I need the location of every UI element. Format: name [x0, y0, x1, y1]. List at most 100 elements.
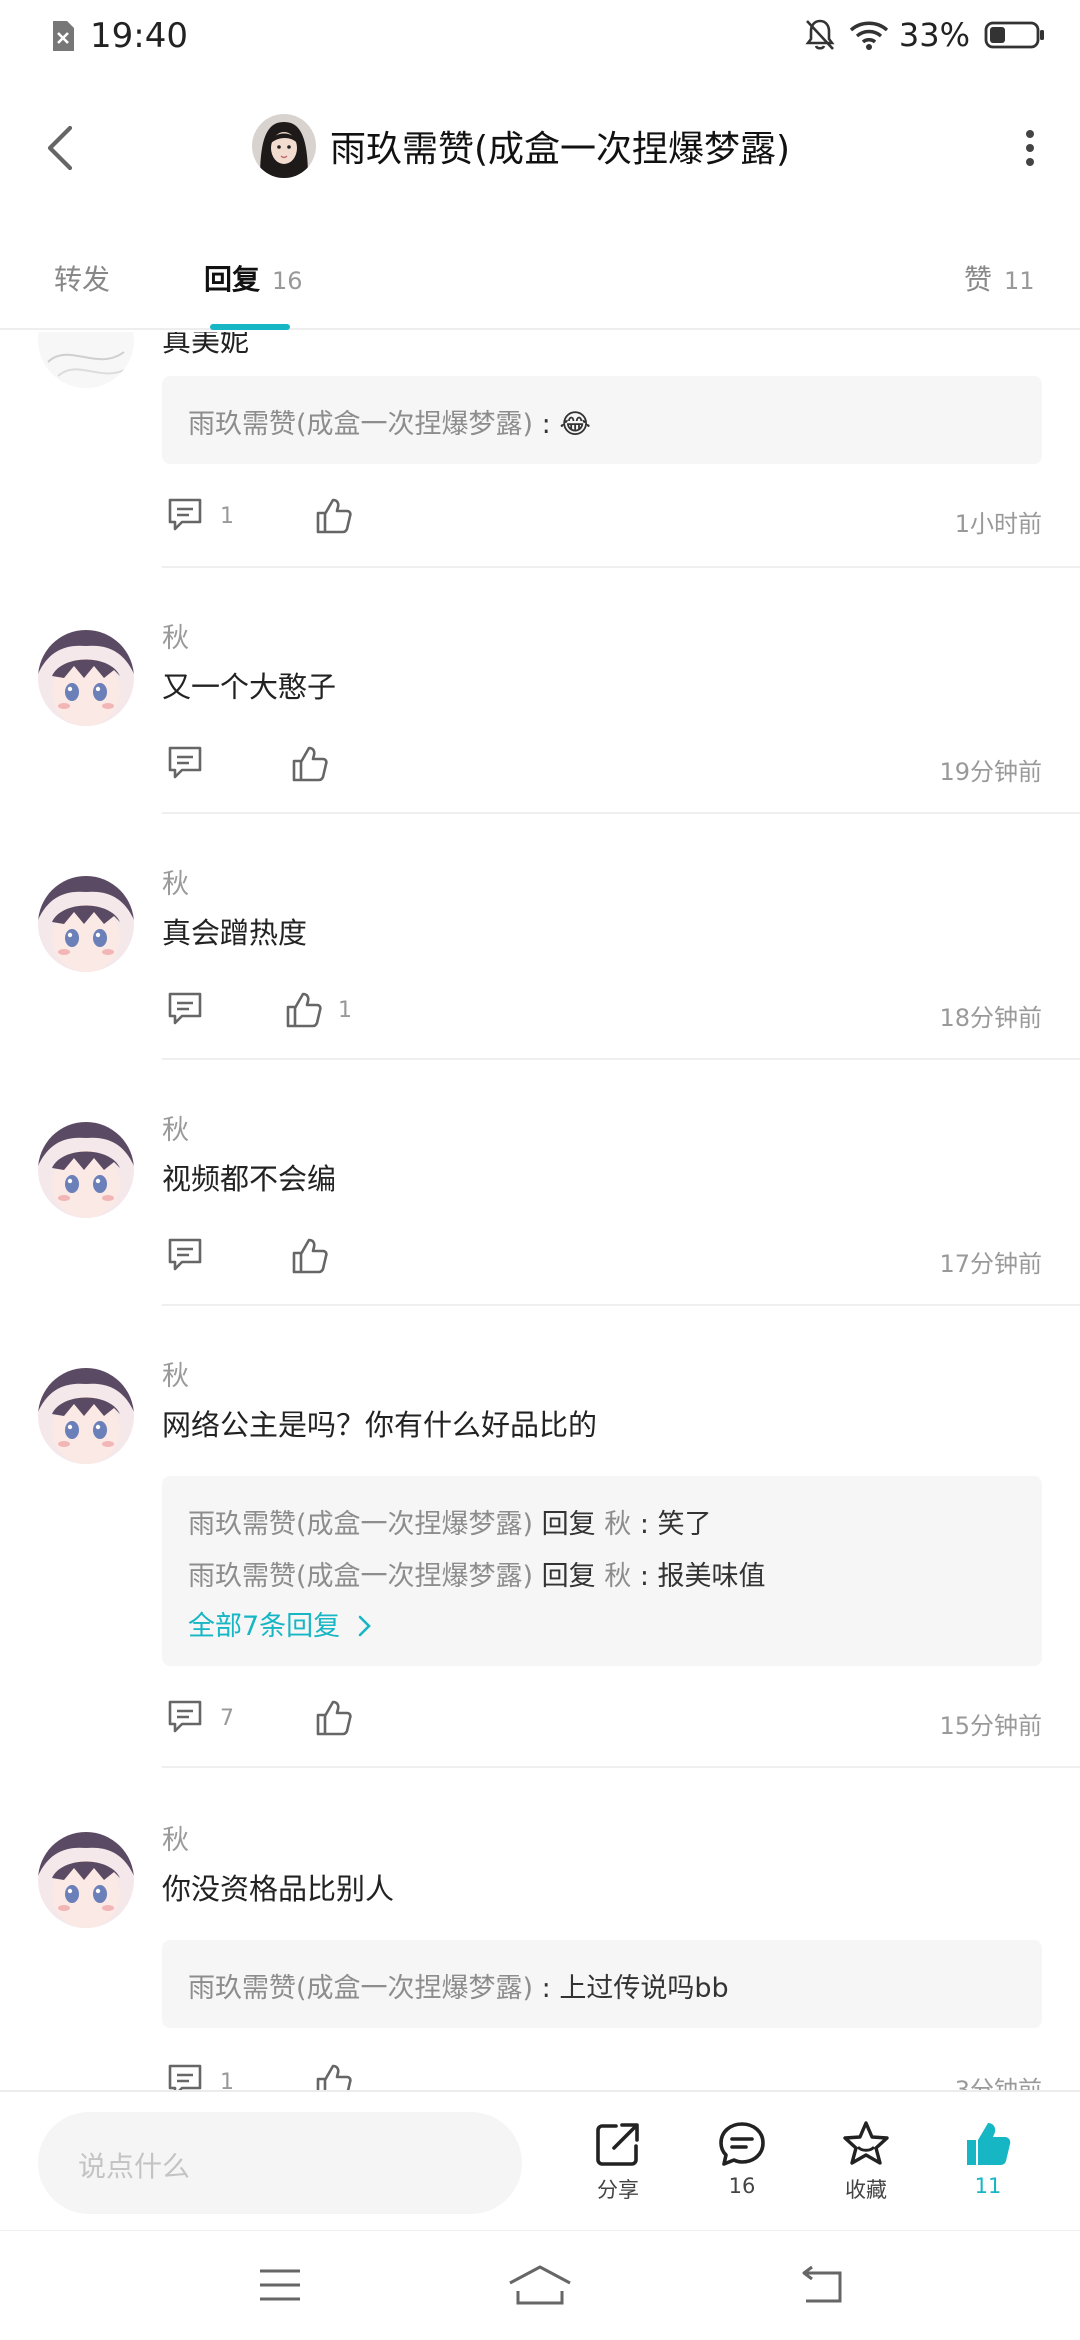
avatar[interactable]	[38, 630, 134, 726]
comment-text: 视频都不会编	[162, 1162, 337, 1196]
tab-likes-count: 11	[1004, 267, 1035, 295]
reply-author[interactable]: 雨玖需赞(成盒一次捏爆梦露)	[188, 1973, 533, 2004]
avatar[interactable]	[38, 1122, 134, 1218]
tab-forward[interactable]: 转发	[54, 258, 110, 298]
star-icon	[843, 2121, 889, 2165]
thumbs-up-icon[interactable]	[314, 496, 354, 536]
status-bar: 19:40 33%	[0, 0, 1080, 78]
post-author[interactable]: 雨玖需赞(成盒一次捏爆梦露)	[252, 114, 790, 178]
chevron-right-icon	[358, 1615, 371, 1637]
comment-input[interactable]: 说点什么	[38, 2112, 522, 2214]
title-bar: 雨玖需赞(成盒一次捏爆梦露)	[0, 78, 1080, 216]
avatar[interactable]	[38, 1832, 134, 1928]
comment-actions: 17分钟前	[162, 1236, 1042, 1280]
chevron-left-icon[interactable]	[36, 118, 88, 178]
reply-count: 7	[220, 1706, 234, 1731]
reply-author[interactable]: 雨玖需赞(成盒一次捏爆梦露)	[188, 409, 533, 440]
status-time: 19:40	[90, 16, 188, 56]
comment-time: 15分钟前	[939, 1712, 1042, 1740]
comment-actions: 19分钟前	[162, 744, 1042, 788]
reply-text: 笑了	[657, 1509, 712, 1540]
reply-text: 上过传说吗bb	[559, 1973, 729, 2004]
reply-preview[interactable]: 雨玖需赞(成盒一次捏爆梦露) : 😂	[162, 376, 1042, 464]
page-title: 雨玖需赞(成盒一次捏爆梦露)	[330, 129, 791, 170]
menu-icon[interactable]	[256, 2261, 304, 2309]
chat-bubble-icon	[719, 2122, 765, 2166]
thumbs-up-icon[interactable]	[284, 990, 324, 1030]
comment-author[interactable]: 秋	[162, 1108, 189, 1147]
reply-line[interactable]: 雨玖需赞(成盒一次捏爆梦露) 回复 秋 : 报美味值	[188, 1554, 766, 1593]
battery-icon	[984, 21, 1044, 49]
comment-author[interactable]: 秋	[162, 862, 189, 901]
tab-replies-count: 16	[272, 267, 303, 295]
comment-time: 3分钟前	[954, 2076, 1042, 2090]
comment-text: 真会蹭热度	[162, 916, 308, 950]
comment-icon[interactable]	[166, 2062, 204, 2090]
comment-time: 19分钟前	[939, 758, 1042, 786]
battery-percent: 33%	[898, 16, 970, 54]
reply-target[interactable]: 秋	[604, 1509, 631, 1540]
divider	[162, 1058, 1080, 1060]
bottom-action-bar: 说点什么 分享 16 收藏 11	[0, 2090, 1080, 2230]
comment-text: 真美妮	[162, 332, 250, 358]
reply-author[interactable]: 雨玖需赞(成盒一次捏爆梦露)	[188, 1561, 533, 1592]
back-icon[interactable]	[796, 2261, 848, 2309]
author-avatar[interactable]	[252, 114, 316, 178]
reply-preview[interactable]: 雨玖需赞(成盒一次捏爆梦露) : 上过传说吗bb	[162, 1940, 1042, 2028]
comments-button[interactable]: 16	[692, 2118, 792, 2198]
comment-author[interactable]: 秋	[162, 1354, 189, 1393]
wifi-icon	[849, 21, 889, 50]
comment-text: 网络公主是吗？你有什么好品比的	[162, 1408, 598, 1442]
divider	[162, 566, 1080, 568]
divider	[162, 1304, 1080, 1306]
avatar[interactable]	[38, 876, 134, 972]
tab-likes[interactable]: 赞 11	[964, 258, 1035, 298]
comment-icon[interactable]	[166, 1236, 204, 1274]
share-label: 分享	[597, 2178, 639, 2202]
comment-actions: 1 18分钟前	[162, 990, 1042, 1034]
reply-text: 报美味值	[657, 1561, 766, 1592]
reply-count: 1	[220, 2070, 234, 2090]
comment-icon[interactable]	[166, 990, 204, 1028]
avatar[interactable]	[38, 332, 134, 388]
divider	[162, 1766, 1080, 1768]
comment-time: 1小时前	[954, 510, 1042, 538]
reply-line[interactable]: 雨玖需赞(成盒一次捏爆梦露) 回复 秋 : 笑了	[188, 1502, 712, 1541]
thumbs-up-icon[interactable]	[314, 2062, 354, 2090]
comment-text: 你没资格品比别人	[162, 1872, 395, 1906]
favorite-label: 收藏	[845, 2178, 887, 2202]
like-count: 1	[338, 998, 352, 1023]
divider	[162, 812, 1080, 814]
reply-count: 1	[220, 504, 234, 529]
tab-replies[interactable]: 回复 16	[204, 258, 303, 298]
comment-icon[interactable]	[166, 496, 204, 534]
thumbs-up-icon[interactable]	[314, 1698, 354, 1738]
reply-author[interactable]: 雨玖需赞(成盒一次捏爆梦露)	[188, 1509, 533, 1540]
system-nav-bar	[0, 2230, 1080, 2340]
home-icon[interactable]	[506, 2261, 574, 2309]
favorite-button[interactable]: 收藏	[816, 2118, 916, 2204]
tab-indicator	[210, 324, 290, 330]
like-count: 11	[974, 2174, 1002, 2198]
more-vertical-icon[interactable]	[1020, 126, 1040, 170]
reply-list[interactable]: 真美妮 雨玖需赞(成盒一次捏爆梦露) : 😂 1 1小时前 秋 又一个大憨子 1…	[0, 332, 1080, 2090]
comment-icon[interactable]	[166, 744, 204, 782]
comment-input-placeholder: 说点什么	[78, 2150, 191, 2183]
like-button[interactable]: 11	[938, 2118, 1038, 2198]
thumbs-up-icon[interactable]	[290, 744, 330, 784]
comments-count: 16	[728, 2174, 756, 2198]
tab-bar: 转发 回复 16 赞 11	[0, 216, 1080, 330]
reply-target[interactable]: 秋	[604, 1561, 631, 1592]
comment-author[interactable]: 秋	[162, 1818, 189, 1857]
share-button[interactable]: 分享	[568, 2118, 668, 2204]
comment-icon[interactable]	[166, 1698, 204, 1736]
avatar[interactable]	[38, 1368, 134, 1464]
comment-time: 18分钟前	[939, 1004, 1042, 1032]
comment-actions: 1 1小时前	[162, 496, 1042, 540]
comment-author[interactable]: 秋	[162, 616, 189, 655]
thumbs-up-icon[interactable]	[290, 1236, 330, 1276]
comment-actions: 7 15分钟前	[162, 1698, 1042, 1742]
sim-off-icon	[53, 21, 74, 51]
reply-preview[interactable]: 雨玖需赞(成盒一次捏爆梦露) 回复 秋 : 笑了 雨玖需赞(成盒一次捏爆梦露) …	[162, 1476, 1042, 1666]
all-replies-link[interactable]: 全部7条回复	[188, 1604, 373, 1643]
